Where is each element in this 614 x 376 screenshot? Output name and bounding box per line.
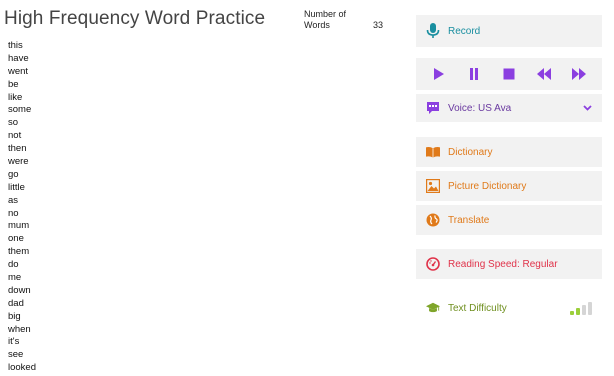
play-button[interactable] — [430, 65, 448, 83]
picture-icon — [426, 179, 440, 193]
word-list-item: as — [8, 194, 19, 206]
picture-dictionary-button[interactable]: Picture Dictionary — [416, 171, 602, 201]
word-list-item: down — [8, 284, 31, 296]
dictionary-label: Dictionary — [448, 146, 493, 158]
translate-label: Translate — [448, 214, 490, 226]
word-list-item: like — [8, 91, 23, 103]
playback-controls — [416, 58, 602, 90]
word-list-item: little — [8, 181, 25, 193]
difficulty-bar — [588, 302, 592, 315]
app-root: High Frequency Word Practice Number of W… — [0, 0, 614, 376]
difficulty-bar — [570, 311, 574, 315]
word-list-item: this — [8, 40, 23, 51]
difficulty-bar — [582, 305, 586, 315]
word-list-item: mum — [8, 220, 30, 232]
stop-button[interactable] — [500, 65, 518, 83]
reading-speed-button[interactable]: Reading Speed: Regular — [416, 249, 602, 279]
word-list-item: them — [8, 246, 30, 258]
chevron-down-icon[interactable] — [583, 103, 592, 114]
word-list-item: were — [8, 156, 29, 168]
play-icon — [434, 68, 445, 80]
word-list-item: dad — [8, 297, 24, 309]
rewind-button[interactable] — [535, 65, 553, 83]
pause-button[interactable] — [465, 65, 483, 83]
stop-icon — [503, 68, 515, 80]
word-list-item: do — [8, 259, 19, 271]
rewind-icon — [536, 68, 551, 80]
word-list-item: go — [8, 168, 19, 180]
microphone-icon — [426, 23, 440, 38]
voice-selector[interactable]: Voice: US Ava — [416, 94, 602, 122]
word-count-label: Number of Words — [304, 9, 347, 30]
graduation-cap-icon — [426, 301, 440, 315]
difficulty-level-indicator — [570, 301, 592, 315]
word-list-item: one — [8, 233, 24, 245]
book-icon — [426, 145, 440, 159]
word-list-item: big — [8, 310, 21, 322]
word-count-value: 33 — [373, 20, 384, 30]
translate-button[interactable]: Translate — [416, 205, 602, 235]
word-list-item: some — [8, 104, 32, 116]
word-list-item: it's — [8, 336, 20, 348]
word-list-item: went — [8, 65, 29, 77]
word-list-item: see — [8, 349, 24, 361]
speedometer-icon — [426, 257, 440, 271]
dictionary-button[interactable]: Dictionary — [416, 137, 602, 167]
word-list-item: not — [8, 130, 22, 142]
word-list: this have went be like some so not then were go lit… — [8, 40, 36, 375]
word-list-item: looked — [8, 362, 36, 374]
globe-icon — [426, 213, 440, 227]
word-list-item: no — [8, 207, 19, 219]
fast-forward-icon — [571, 68, 586, 80]
difficulty-bar — [576, 308, 580, 315]
word-list-item: so — [8, 117, 19, 129]
word-list-item: have — [8, 52, 29, 64]
voice-label: Voice: US Ava — [448, 102, 512, 114]
fast-forward-button[interactable] — [570, 65, 588, 83]
pause-icon — [470, 68, 479, 80]
text-difficulty-control[interactable]: Text Difficulty — [416, 294, 602, 322]
word-list-item: then — [8, 143, 27, 155]
word-list-item: when — [8, 323, 31, 335]
word-list-item: be — [8, 78, 19, 90]
record-label: Record — [448, 25, 481, 37]
speech-bubble-icon — [426, 101, 440, 115]
page-title: High Frequency Word Practice — [4, 8, 266, 29]
reading-speed-label: Reading Speed: Regular — [448, 258, 558, 270]
picture-dictionary-label: Picture Dictionary — [448, 180, 527, 192]
word-list-item: me — [8, 272, 22, 284]
text-difficulty-label: Text Difficulty — [448, 302, 507, 314]
record-button[interactable]: Record — [416, 15, 602, 47]
